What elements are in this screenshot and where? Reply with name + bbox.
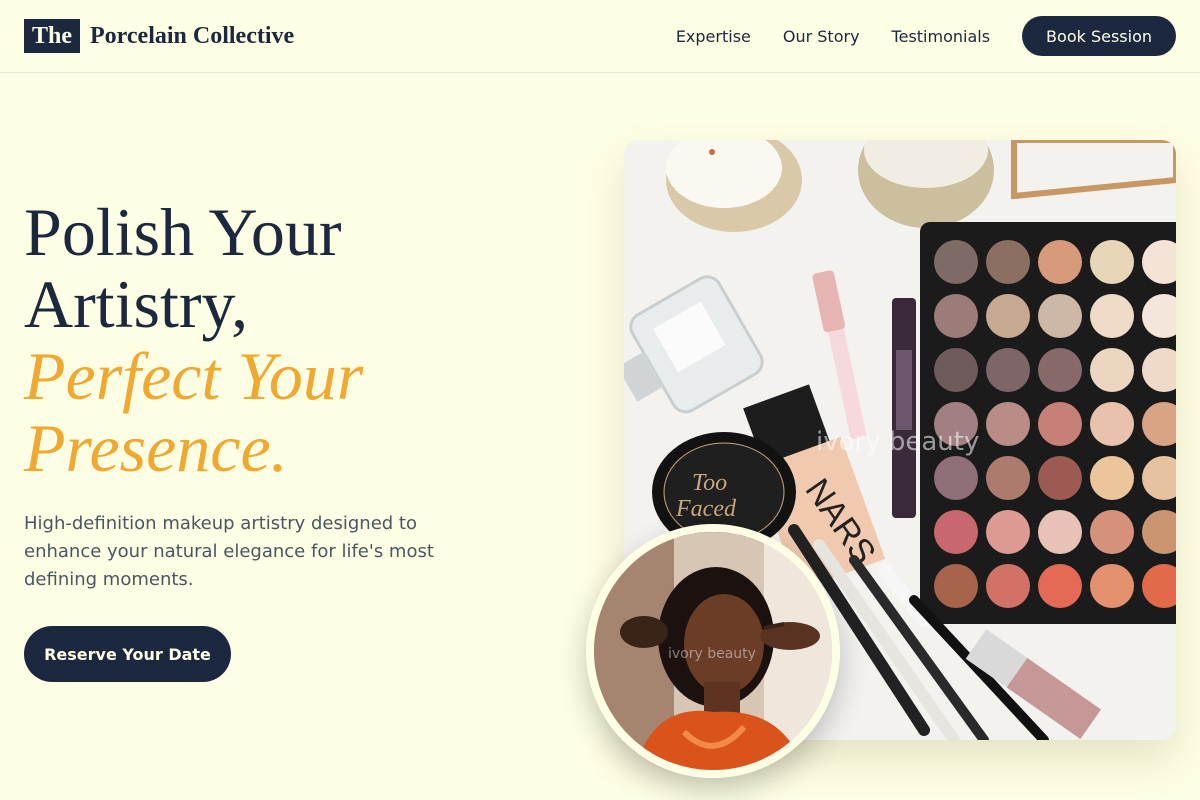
hero-title: Polish Your Artistry, Perfect Your Prese… xyxy=(24,196,363,484)
nav-link-expertise[interactable]: Expertise xyxy=(676,27,751,46)
bride-makeup-illustration: ivory beauty xyxy=(594,532,832,770)
nav-links: Expertise Our Story Testimonials Book Se… xyxy=(676,16,1176,56)
hero-title-line-1: Polish Your xyxy=(24,194,342,270)
nav-link-testimonials[interactable]: Testimonials xyxy=(892,27,991,46)
top-nav: The Porcelain Collective Expertise Our S… xyxy=(0,0,1200,73)
hero-title-accent-line-1: Perfect Your xyxy=(24,338,364,414)
compact-label-bottom: Faced xyxy=(675,496,737,522)
nav-link-our-story[interactable]: Our Story xyxy=(783,27,860,46)
hero-subtitle: High-definition makeup artistry designed… xyxy=(24,513,434,590)
brand-name: Porcelain Collective xyxy=(90,22,295,49)
hero-title-line-2: Artistry, xyxy=(24,266,249,342)
bride-makeup-photo: ivory beauty xyxy=(586,524,840,778)
main-photo-watermark: ivory beauty xyxy=(816,427,979,457)
hero-title-accent-line-2: Presence. xyxy=(24,410,288,486)
brand-logo[interactable]: The Porcelain Collective xyxy=(24,19,294,53)
book-session-button[interactable]: Book Session xyxy=(1022,16,1176,56)
reserve-date-button[interactable]: Reserve Your Date xyxy=(24,626,231,682)
compact-label-top: Too xyxy=(692,470,727,496)
round-photo-watermark: ivory beauty xyxy=(668,646,756,662)
brand-mark: The xyxy=(24,19,81,53)
